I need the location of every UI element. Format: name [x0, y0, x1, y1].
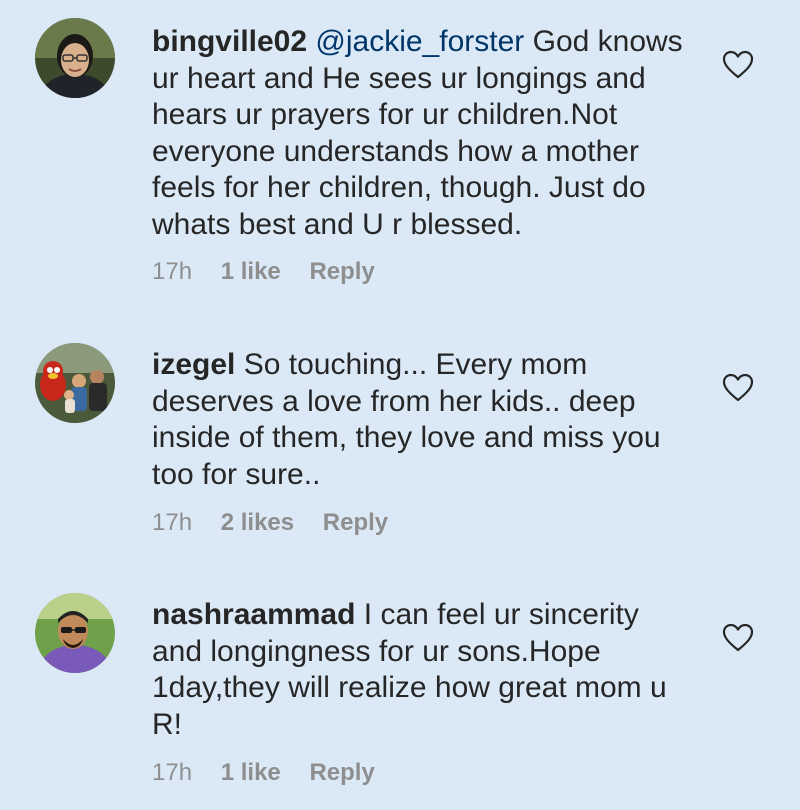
- heart-like-icon[interactable]: [722, 373, 754, 403]
- comment-likes-count[interactable]: 1 like: [221, 759, 281, 787]
- avatar[interactable]: [35, 18, 115, 98]
- comment-likes-count[interactable]: 2 likes: [221, 509, 294, 537]
- comment-body: nashraammad I can feel ur sincerity and …: [152, 597, 692, 743]
- comment-timestamp: 17h: [152, 509, 193, 536]
- comment-likes-count[interactable]: 1 like: [221, 258, 281, 286]
- reply-button[interactable]: Reply: [309, 258, 374, 286]
- comment-timestamp: 17h: [152, 258, 193, 285]
- comment-timestamp: 17h: [152, 759, 193, 786]
- man-with-sunglasses-avatar-icon: [35, 593, 115, 673]
- comment-meta: 17h 1 like Reply: [152, 759, 375, 787]
- comment-mention[interactable]: @jackie_forster: [315, 25, 524, 58]
- heart-like-icon[interactable]: [722, 50, 754, 80]
- comment-body: izegel So touching... Every mom deserves…: [152, 347, 692, 493]
- avatar[interactable]: [35, 343, 115, 423]
- comment-username[interactable]: bingville02: [152, 25, 307, 58]
- family-group-photo-avatar-icon: [35, 343, 115, 423]
- comment-body: bingville02 @jackie_forster God knows ur…: [152, 24, 692, 243]
- comment-meta: 17h 1 like Reply: [152, 258, 375, 286]
- woman-with-glasses-avatar-icon: [35, 18, 115, 98]
- avatar[interactable]: [35, 593, 115, 673]
- comment-username[interactable]: nashraammad: [152, 598, 355, 631]
- comment-meta: 17h 2 likes Reply: [152, 509, 388, 537]
- heart-like-icon[interactable]: [722, 623, 754, 653]
- comment-username[interactable]: izegel: [152, 348, 235, 381]
- reply-button[interactable]: Reply: [309, 759, 374, 787]
- reply-button[interactable]: Reply: [323, 509, 388, 537]
